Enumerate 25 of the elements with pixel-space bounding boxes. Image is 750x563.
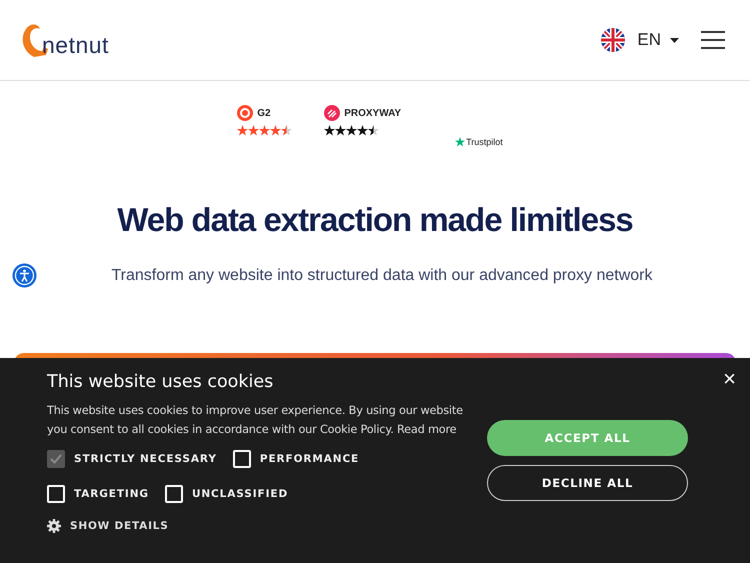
proxyway-logo-icon	[324, 105, 340, 121]
gear-icon	[47, 519, 61, 533]
language-selector[interactable]: EN	[637, 30, 679, 50]
checkbox-label: STRICTLY NECESSARY	[74, 453, 217, 465]
cookie-text: This website uses cookies to improve user experience. By using our website you consent to all cookies in accordance with our Cookie Policy. Read more	[47, 403, 464, 438]
checkbox-label: PERFORMANCE	[260, 453, 360, 465]
star-icon	[455, 137, 466, 147]
rating-source: G2	[257, 108, 271, 118]
close-button[interactable]: ×	[723, 368, 736, 390]
read-more-link[interactable]: Read more	[396, 423, 456, 436]
checkbox-label: UNCLASSIFIED	[192, 488, 288, 500]
decline-all-button[interactable]: DECLINE ALL	[487, 465, 688, 501]
rating-source: PROXYWAY	[344, 108, 402, 118]
uk-flag-icon[interactable]	[601, 28, 626, 52]
hero-subtitle: Transform any website into structured data with our advanced proxy network	[110, 266, 654, 284]
show-details-button[interactable]: SHOW DETAILS	[47, 519, 169, 533]
caret-icon	[670, 38, 679, 42]
menu-icon[interactable]	[701, 31, 725, 49]
g2-logo-icon	[237, 105, 254, 121]
accessibility-icon[interactable]	[12, 263, 37, 288]
hero-title: Web data extraction made limitless	[116, 201, 634, 239]
rating-source: Trustpilot	[466, 137, 503, 147]
logo-text: netnut	[42, 32, 109, 59]
checkbox-label: TARGETING	[74, 488, 149, 500]
cookie-title: This website uses cookies	[47, 372, 274, 392]
